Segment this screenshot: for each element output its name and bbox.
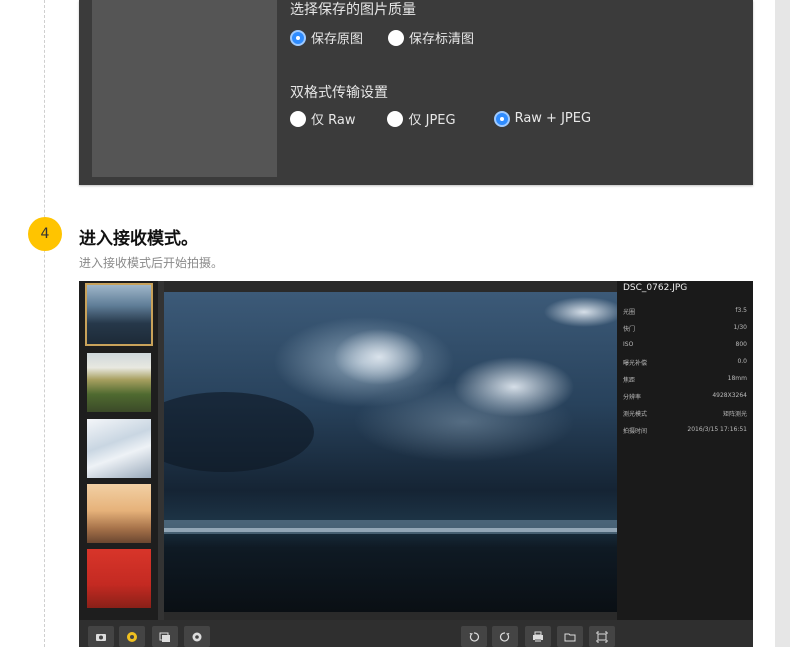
info-row-resolution: 分辨率 4928X3264 xyxy=(623,392,747,401)
radio-unselected-icon xyxy=(290,110,306,127)
print-icon[interactable] xyxy=(525,626,551,647)
info-key: 测光模式 xyxy=(623,411,648,418)
info-key: 拍摄时间 xyxy=(623,428,648,435)
folder-icon[interactable] xyxy=(557,626,583,647)
info-row-capture-time: 拍摄时间 2016/3/15 17:16:51 xyxy=(623,426,747,435)
step-subtitle: 进入接收模式后开始拍摄。 xyxy=(79,256,224,270)
info-key: ISO xyxy=(623,341,634,348)
rotate-left-icon[interactable] xyxy=(461,626,487,647)
right-gutter xyxy=(775,0,790,647)
info-row-metering: 测光模式 矩阵测光 xyxy=(623,409,747,418)
step-title: 进入接收模式。 xyxy=(79,229,198,249)
info-value: f3.5 xyxy=(735,307,747,314)
radio-selected-icon xyxy=(493,110,510,127)
dual-format-radio-group: 仅 Raw 仅 JPEG Raw + JPEG xyxy=(290,109,616,128)
info-value: 2016/3/15 17:16:51 xyxy=(687,426,747,433)
bottom-toolbar xyxy=(79,620,753,647)
radio-jpeg-only[interactable]: 仅 JPEG xyxy=(387,109,456,128)
thumbnail-coast-cliff[interactable] xyxy=(87,353,151,412)
photo-filename: DSC_0762.JPG xyxy=(623,283,688,293)
radio-raw-only[interactable]: 仅 Raw xyxy=(290,109,355,128)
info-key: 光圈 xyxy=(623,309,636,316)
thumbnail-strip xyxy=(79,281,158,620)
settings-icon[interactable] xyxy=(184,626,210,647)
radio-label: 仅 Raw xyxy=(311,113,356,128)
info-row-aperture: 光圈 f3.5 xyxy=(623,307,747,316)
radio-label: Raw + JPEG xyxy=(514,111,592,126)
info-value: 18mm xyxy=(727,375,747,382)
thumbnail-stormy-sea[interactable] xyxy=(85,283,153,346)
info-key: 曝光补偿 xyxy=(623,360,648,367)
info-row-shutter: 快门 1/30 xyxy=(623,324,747,333)
fullscreen-icon[interactable] xyxy=(589,626,615,647)
info-key: 分辨率 xyxy=(623,394,642,401)
info-value: 1/30 xyxy=(733,324,747,331)
info-value: 0.0 xyxy=(737,358,747,365)
info-key: 焦距 xyxy=(623,377,636,384)
main-preview-image xyxy=(164,292,617,612)
settings-preview-area xyxy=(92,0,277,177)
receive-mode-screenshot: DSC_0762.JPG 光圈 f3.5 快门 1/30 ISO 800 曝光补偿 0.… xyxy=(79,281,753,647)
step-number-badge: 4 xyxy=(28,217,62,251)
logo-icon[interactable] xyxy=(119,626,145,647)
thumbnail-misty-trees[interactable] xyxy=(87,484,151,543)
radio-label: 仅 JPEG xyxy=(408,113,456,128)
radio-save-standard[interactable]: 保存标清图 xyxy=(388,28,474,47)
radio-unselected-icon xyxy=(388,29,405,46)
radio-unselected-icon xyxy=(387,110,404,127)
info-key: 快门 xyxy=(623,326,636,333)
thumbnail-red-wall-bicycle[interactable] xyxy=(87,549,151,608)
info-value: 矩阵测光 xyxy=(722,411,747,418)
thumbnail-snow-landscape[interactable] xyxy=(87,419,151,478)
timeline-dashed-line xyxy=(44,0,45,647)
info-row-exposure: 曝光补偿 0.0 xyxy=(623,358,747,367)
photo-info-panel: DSC_0762.JPG 光圈 f3.5 快门 1/30 ISO 800 曝光补偿 0.… xyxy=(617,281,753,620)
gallery-icon[interactable] xyxy=(152,626,178,647)
stormy-sea-photo xyxy=(164,292,617,612)
radio-selected-icon xyxy=(290,29,306,46)
radio-save-original[interactable]: 保存原图 xyxy=(290,28,363,47)
radio-label: 保存标清图 xyxy=(409,32,475,47)
info-row-focal-length: 焦距 18mm xyxy=(623,375,747,384)
radio-label: 保存原图 xyxy=(311,32,364,47)
rotate-right-icon[interactable] xyxy=(492,626,518,647)
dual-format-label: 双格式传输设置 xyxy=(290,85,388,101)
camera-icon[interactable] xyxy=(88,626,114,647)
info-value: 4928X3264 xyxy=(712,392,747,399)
settings-panel: 选择保存的图片质量 保存原图 保存标清图 双格式传输设置 仅 Raw 仅 JPE… xyxy=(79,0,753,185)
info-value: 800 xyxy=(735,341,747,348)
radio-raw-plus-jpeg[interactable]: Raw + JPEG xyxy=(493,110,592,127)
info-row-iso: ISO 800 xyxy=(623,341,747,348)
quality-radio-group: 保存原图 保存标清图 xyxy=(290,28,499,47)
quality-label: 选择保存的图片质量 xyxy=(290,2,416,18)
